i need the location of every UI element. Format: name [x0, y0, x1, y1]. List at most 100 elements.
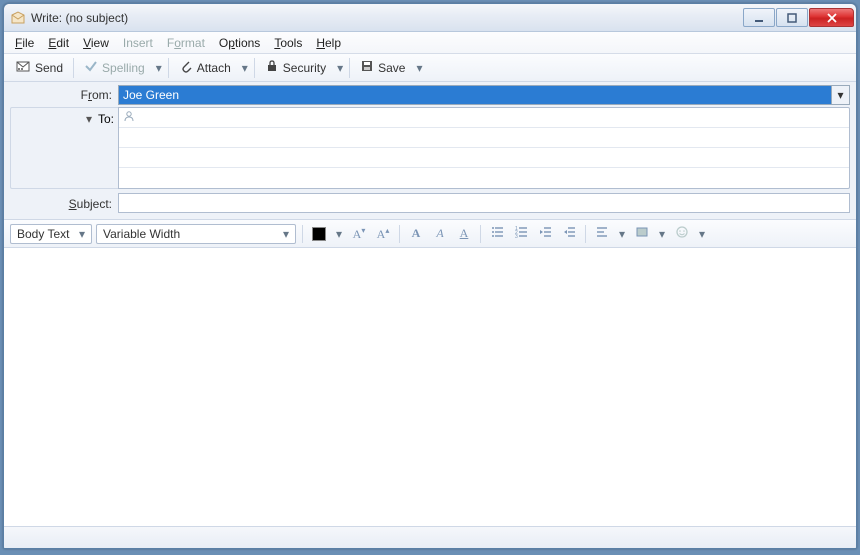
menu-insert[interactable]: Insert: [116, 32, 160, 53]
subject-input-wrap: [118, 193, 850, 213]
subject-label: Subject:: [10, 195, 118, 211]
toolbar-separator: [480, 225, 481, 243]
header-fields: From: Joe Green ▾ ▾ To:: [4, 82, 856, 220]
emoji-button[interactable]: [672, 224, 692, 244]
align-button[interactable]: [592, 224, 612, 244]
send-icon: [15, 58, 31, 77]
italic-button[interactable]: A: [430, 224, 450, 244]
underline-icon: A: [460, 226, 469, 241]
numbered-list-button[interactable]: 123: [511, 224, 531, 244]
bold-button[interactable]: A: [406, 224, 426, 244]
from-select[interactable]: Joe Green ▾: [118, 85, 850, 105]
send-button[interactable]: Send: [8, 55, 70, 80]
bullet-list-icon: [490, 225, 504, 242]
menu-options[interactable]: Options: [212, 32, 267, 53]
image-icon: [635, 225, 649, 242]
font-family-value: Variable Width: [103, 227, 180, 241]
font-larger-icon: A▴: [377, 226, 390, 242]
insert-image-button[interactable]: [632, 224, 652, 244]
toolbar-separator: [585, 225, 586, 243]
align-left-icon: [595, 225, 609, 242]
indent-icon: [562, 225, 576, 242]
text-color-button[interactable]: [309, 224, 329, 244]
to-label: To:: [98, 112, 114, 126]
to-input[interactable]: [139, 110, 845, 126]
spelling-label: Spelling: [102, 61, 145, 75]
paperclip-icon: [179, 59, 193, 76]
toolbar-separator: [302, 225, 303, 243]
statusbar: [4, 526, 856, 548]
address-input-row[interactable]: [119, 128, 849, 148]
bullet-list-button[interactable]: [487, 224, 507, 244]
spelling-dropdown[interactable]: ▾: [153, 61, 165, 75]
address-type-column: ▾ To:: [10, 107, 118, 189]
attach-label: Attach: [197, 61, 231, 75]
svg-text:1: 1: [515, 226, 518, 232]
from-label: From:: [10, 85, 118, 105]
underline-button[interactable]: A: [454, 224, 474, 244]
menubar: File Edit View Insert Format Options Too…: [4, 32, 856, 54]
outdent-button[interactable]: [535, 224, 555, 244]
chevron-down-icon: ▾: [75, 225, 89, 243]
contact-icon: [123, 110, 135, 125]
chevron-down-icon: ▾: [279, 225, 293, 243]
increase-font-button[interactable]: A▴: [373, 224, 393, 244]
window-controls: [743, 8, 854, 27]
menu-file[interactable]: File: [8, 32, 41, 53]
chevron-down-icon: ▾: [831, 86, 849, 104]
main-toolbar: Send Spelling ▾ Attach ▾ Security ▾ Save…: [4, 54, 856, 82]
toolbar-separator: [73, 58, 74, 78]
address-type-dropdown[interactable]: ▾: [86, 112, 92, 126]
spelling-button[interactable]: Spelling: [77, 56, 152, 79]
menu-help[interactable]: Help: [309, 32, 348, 53]
outdent-icon: [538, 225, 552, 242]
maximize-button[interactable]: [776, 8, 808, 27]
save-icon: [360, 59, 374, 76]
italic-icon: A: [436, 226, 443, 241]
send-label: Send: [35, 61, 63, 75]
window-title: Write: (no subject): [31, 11, 743, 25]
decrease-font-button[interactable]: A▾: [349, 224, 369, 244]
address-list: [118, 107, 850, 189]
paragraph-style-select[interactable]: Body Text ▾: [10, 224, 92, 244]
paragraph-style-value: Body Text: [17, 227, 69, 241]
toolbar-separator: [168, 58, 169, 78]
menu-edit[interactable]: Edit: [41, 32, 76, 53]
numbered-list-icon: 123: [514, 225, 528, 242]
subject-input[interactable]: [123, 194, 845, 212]
address-input-row[interactable]: [119, 168, 849, 188]
insert-image-dropdown[interactable]: ▾: [656, 227, 668, 241]
attach-dropdown[interactable]: ▾: [239, 61, 251, 75]
save-button[interactable]: Save: [353, 56, 412, 79]
security-button[interactable]: Security: [258, 56, 333, 79]
from-value: Joe Green: [123, 88, 179, 102]
smiley-icon: [675, 225, 689, 242]
close-button[interactable]: [809, 8, 854, 27]
text-color-dropdown[interactable]: ▾: [333, 227, 345, 241]
toolbar-separator: [254, 58, 255, 78]
toolbar-separator: [399, 225, 400, 243]
menu-format[interactable]: Format: [160, 32, 212, 53]
compose-window: Write: (no subject) File Edit View Inser…: [3, 3, 857, 549]
color-swatch-icon: [312, 227, 326, 241]
menu-tools[interactable]: Tools: [267, 32, 309, 53]
menu-view[interactable]: View: [76, 32, 116, 53]
font-smaller-icon: A▾: [353, 226, 366, 242]
from-row: From: Joe Green ▾: [10, 85, 850, 105]
security-label: Security: [283, 61, 326, 75]
indent-button[interactable]: [559, 224, 579, 244]
svg-text:2: 2: [515, 230, 518, 236]
align-dropdown[interactable]: ▾: [616, 227, 628, 241]
address-input-row[interactable]: [119, 148, 849, 168]
save-dropdown[interactable]: ▾: [413, 61, 425, 75]
lock-icon: [265, 59, 279, 76]
emoji-dropdown[interactable]: ▾: [696, 227, 708, 241]
save-label: Save: [378, 61, 405, 75]
svg-text:3: 3: [515, 234, 518, 239]
message-body-editor[interactable]: [4, 248, 856, 526]
minimize-button[interactable]: [743, 8, 775, 27]
security-dropdown[interactable]: ▾: [334, 61, 346, 75]
bold-icon: A: [412, 226, 421, 241]
attach-button[interactable]: Attach: [172, 56, 238, 79]
font-family-select[interactable]: Variable Width ▾: [96, 224, 296, 244]
